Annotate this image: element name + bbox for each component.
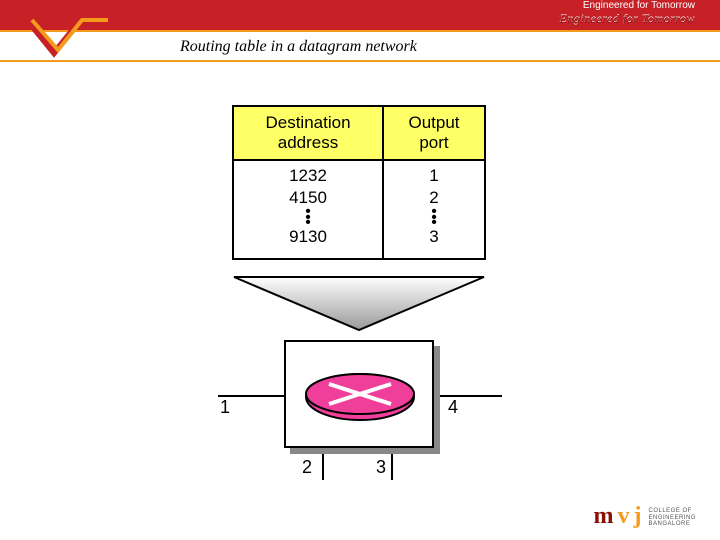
table-body-row: 1232 4150 ••• 9130 1 2 ••• 3 (234, 161, 484, 258)
brand-text: COLLEGE OF ENGINEERING BANGALORE (648, 508, 696, 528)
brand-letter-m: m (593, 504, 613, 528)
ellipsis-icon: ••• (388, 209, 480, 226)
brand-text-3: BANGALORE (648, 521, 696, 528)
header-output-port: Output port (384, 107, 484, 159)
brand-text-1: COLLEGE OF (648, 508, 696, 515)
port-3-label: 3 (376, 457, 386, 478)
port-2-line (322, 454, 324, 480)
router-node (284, 340, 434, 448)
brand-text-2: ENGINEERING (648, 515, 696, 522)
router-disc-icon (304, 372, 416, 422)
port-cell: 1 2 ••• 3 (384, 161, 484, 258)
destination-cell: 1232 4150 ••• 9130 (234, 161, 384, 258)
banner-tagline-bottom: Engineered for Tomorrow (559, 12, 695, 27)
chevron-logo-icon (30, 18, 110, 58)
header-output-port-text: Output port (404, 113, 464, 153)
header-destination: Destination address (234, 107, 384, 159)
brand-letter-j: j (633, 504, 641, 528)
routing-table: Destination address Output port 1232 415… (232, 105, 486, 260)
port-val-last: 3 (388, 226, 480, 248)
port-1-label: 1 (220, 397, 230, 418)
port-2-label: 2 (302, 457, 312, 478)
routing-diagram: Destination address Output port 1232 415… (218, 105, 502, 475)
ellipsis-icon: ••• (238, 209, 378, 226)
pointer-triangle-icon (232, 275, 486, 335)
router-box (284, 340, 434, 448)
port-3-line (391, 454, 393, 480)
slide-title: Routing table in a datagram network (180, 38, 417, 56)
header-destination-text: Destination address (258, 113, 358, 153)
port-4-label: 4 (448, 397, 458, 418)
banner-tagline-top: Engineered for Tomorrow (583, 0, 695, 11)
dest-val-last: 9130 (238, 226, 378, 248)
table-header-row: Destination address Output port (234, 107, 484, 161)
college-logo: m v j COLLEGE OF ENGINEERING BANGALORE (593, 504, 696, 528)
port-val-1: 1 (388, 165, 480, 187)
brand-letter-v: v (617, 504, 629, 528)
dest-val-1: 1232 (238, 165, 378, 187)
